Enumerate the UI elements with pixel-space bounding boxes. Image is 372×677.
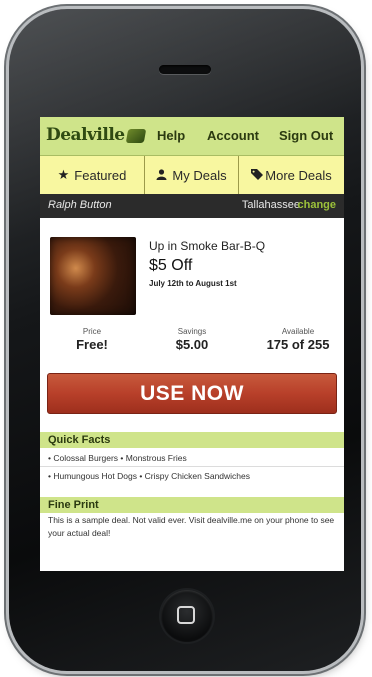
help-link[interactable]: Help (157, 128, 185, 143)
savings-value: $5.00 (175, 337, 209, 352)
deal-merchant: Up in Smoke Bar-B-Q (149, 239, 266, 253)
tab-my-deals-label: My Deals (172, 167, 227, 183)
fine-print-text: This is a sample deal. Not valid ever. V… (48, 515, 335, 538)
tab-more-deals-label: More Deals (265, 167, 332, 183)
deal-offer: $5 Off (149, 257, 193, 274)
app-screen: Dealville Help Account Sign Out ★ Featur… (40, 117, 344, 571)
star-icon: ★ (57, 167, 70, 182)
person-icon (156, 168, 167, 183)
user-bar: Ralph Button Tallahassee change (40, 194, 344, 218)
account-link[interactable]: Account (207, 128, 259, 143)
available-stat: Available 175 of 255 (254, 327, 342, 352)
deal-photo (50, 237, 136, 315)
tab-bar: ★ Featured My Deals More Deals (40, 156, 344, 194)
deal-dates: July 12th to August 1st (149, 279, 237, 288)
tab-more-deals[interactable]: More Deals (239, 156, 344, 194)
earpiece-speaker (159, 65, 211, 74)
quick-facts-header: Quick Facts (40, 432, 344, 448)
use-now-button[interactable]: USE NOW (47, 373, 337, 414)
price-stat: Price Free! (62, 327, 122, 352)
tag-icon (251, 168, 264, 183)
top-bar: Dealville Help Account Sign Out (40, 117, 344, 156)
change-city-link[interactable]: change (297, 199, 336, 211)
fine-print-header: Fine Print (40, 497, 344, 513)
available-value: 175 of 255 (266, 337, 330, 352)
savings-label: Savings (177, 327, 207, 336)
current-city: Tallahassee (241, 199, 300, 211)
sign-out-link[interactable]: Sign Out (279, 128, 333, 143)
divider (40, 466, 344, 467)
quick-fact-item: • Humungous Hot Dogs • Crispy Chicken Sa… (48, 471, 251, 481)
savings-stat: Savings $5.00 (160, 327, 224, 352)
user-name: Ralph Button (48, 199, 112, 211)
tab-my-deals[interactable]: My Deals (145, 156, 239, 194)
quick-fact-item: • Colossal Burgers • Monstrous Fries (48, 453, 187, 463)
available-label: Available (281, 327, 315, 336)
app-logo[interactable]: Dealville (46, 125, 146, 145)
tab-featured[interactable]: ★ Featured (40, 156, 145, 194)
price-value: Free! (76, 337, 108, 352)
price-label: Price (82, 327, 102, 336)
home-square-icon (177, 606, 195, 624)
logo-text: Dealville (46, 125, 125, 145)
tab-featured-label: Featured (74, 167, 127, 183)
logo-mark-icon (125, 128, 146, 143)
home-button[interactable] (161, 590, 213, 642)
